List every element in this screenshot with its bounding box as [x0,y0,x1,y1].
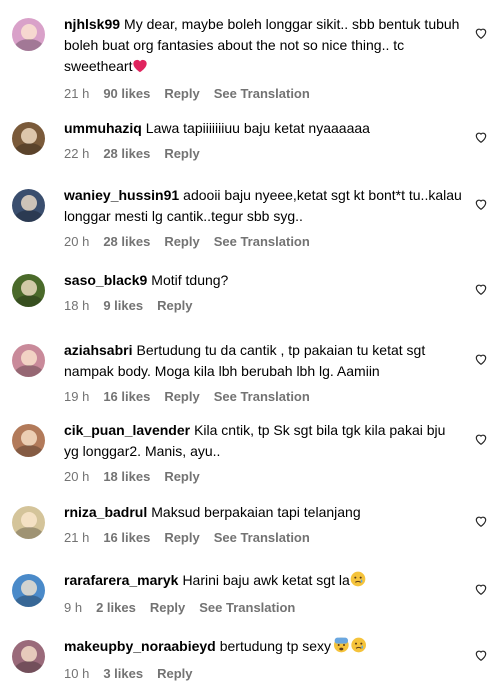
likes-count[interactable]: 28 likes [103,146,150,161]
likes-count[interactable]: 18 likes [103,469,150,484]
comment-message: My dear, maybe boleh longgar sikit.. sbb… [64,16,460,74]
username-link[interactable]: saso_black9 [64,272,147,288]
timestamp: 20 h [64,234,90,249]
comment-meta: 10 h 3 likes Reply [64,665,464,683]
timestamp: 19 h [64,389,90,404]
reply-button[interactable]: Reply [164,389,199,404]
username-link[interactable]: cik_puan_lavender [64,422,190,438]
comment-message: Harini baju awk ketat sgt la [182,572,350,588]
comment-text: makeupby_noraabieyd bertudung tp sexy [64,636,464,659]
like-heart-icon[interactable] [474,352,488,366]
timestamp: 21 h [64,530,90,545]
see-translation-button[interactable]: See Translation [214,234,310,249]
like-heart-icon[interactable] [474,197,488,211]
likes-count[interactable]: 16 likes [103,389,150,404]
timestamp: 22 h [64,146,90,161]
likes-count[interactable]: 3 likes [103,666,143,681]
comment-text: ummuhaziq Lawa tapiiiiiiiuu baju ketat ny… [64,118,464,139]
likes-count[interactable]: 28 likes [103,234,150,249]
avatar[interactable] [12,574,45,607]
like-heart-icon[interactable] [474,648,488,662]
comment-message: bertudung tp sexy [219,638,332,654]
timestamp: 21 h [64,86,90,101]
like-heart-icon[interactable] [474,514,488,528]
see-translation-button[interactable]: See Translation [214,530,310,545]
like-heart-icon[interactable] [474,130,488,144]
reply-button[interactable]: Reply [164,86,199,101]
avatar[interactable] [12,18,45,51]
like-heart-icon[interactable] [474,26,488,40]
comment-meta: 20 h 28 likes Reply See Translation [64,233,464,251]
username-link[interactable]: ummuhaziq [64,120,142,136]
fear-sad-face-emoji-icon [331,637,369,659]
reply-button[interactable]: Reply [157,298,192,313]
comment-text: aziahsabri Bertudung tu da cantik , tp pa… [64,340,464,382]
comment-meta: 22 h 28 likes Reply [64,145,464,163]
comment-meta: 20 h 18 likes Reply [64,468,464,486]
avatar[interactable] [12,189,45,222]
like-heart-icon[interactable] [474,282,488,296]
username-link[interactable]: rarafarera_maryk [64,572,178,588]
reply-button[interactable]: Reply [164,530,199,545]
like-heart-icon[interactable] [474,432,488,446]
avatar[interactable] [12,122,45,155]
comment-message: Lawa tapiiiiiiiuu baju ketat nyaaaaaa [145,120,370,136]
comment-meta: 18 h 9 likes Reply [64,297,464,315]
comment-body: njhlsk99 My dear, maybe boleh longgar sik… [64,14,464,103]
reply-button[interactable]: Reply [150,600,185,615]
avatar[interactable] [12,640,45,673]
comment-text: saso_black9 Motif tdung? [64,270,464,291]
reply-button[interactable]: Reply [164,469,199,484]
comment-body: rniza_badrul Maksud berpakaian tapi telan… [64,502,464,547]
comment-message: Maksud berpakaian tapi telanjang [151,504,361,520]
reply-button[interactable]: Reply [157,666,192,681]
reply-button[interactable]: Reply [164,234,199,249]
username-link[interactable]: njhlsk99 [64,16,120,32]
likes-count[interactable]: 16 likes [103,530,150,545]
username-link[interactable]: rniza_badrul [64,504,147,520]
reply-button[interactable]: Reply [164,146,199,161]
likes-count[interactable]: 2 likes [96,600,136,615]
see-translation-button[interactable]: See Translation [199,600,295,615]
timestamp: 18 h [64,298,90,313]
timestamp: 9 h [64,600,83,615]
comment-text: rarafarera_maryk Harini baju awk ketat sg… [64,570,464,593]
username-link[interactable]: waniey_hussin91 [64,187,179,203]
comment-meta: 21 h 90 likes Reply See Translation [64,85,464,103]
comment-meta: 21 h 16 likes Reply See Translation [64,529,464,547]
comment-body: saso_black9 Motif tdung? 18 h 9 likes Reply [64,270,464,315]
likes-count[interactable]: 90 likes [103,86,150,101]
timestamp: 20 h [64,469,90,484]
comment-meta: 19 h 16 likes Reply See Translation [64,388,464,406]
comment-body: rarafarera_maryk Harini baju awk ketat sg… [64,570,464,617]
username-link[interactable]: makeupby_noraabieyd [64,638,216,654]
sad-face-emoji-icon [350,571,366,593]
avatar[interactable] [12,344,45,377]
avatar[interactable] [12,274,45,307]
see-translation-button[interactable]: See Translation [214,86,310,101]
avatar[interactable] [12,506,45,539]
comment-meta: 9 h 2 likes Reply See Translation [64,599,464,617]
comment-body: makeupby_noraabieyd bertudung tp sexy 10 h… [64,636,464,683]
comment-text: cik_puan_lavender Kila cntik, tp Sk sgt b… [64,420,464,462]
comment-body: aziahsabri Bertudung tu da cantik , tp pa… [64,340,464,406]
comment-text: rniza_badrul Maksud berpakaian tapi telan… [64,502,464,523]
comment-body: cik_puan_lavender Kila cntik, tp Sk sgt b… [64,420,464,486]
comment-text: waniey_hussin91 adooii baju nyeee,ketat s… [64,185,464,227]
comment-body: waniey_hussin91 adooii baju nyeee,ketat s… [64,185,464,251]
like-heart-icon[interactable] [474,582,488,596]
likes-count[interactable]: 9 likes [103,298,143,313]
comment-message: Motif tdung? [151,272,229,288]
comment-body: ummuhaziq Lawa tapiiiiiiiuu baju ketat ny… [64,118,464,163]
timestamp: 10 h [64,666,90,681]
see-translation-button[interactable]: See Translation [214,389,310,404]
username-link[interactable]: aziahsabri [64,342,132,358]
avatar[interactable] [12,424,45,457]
comment-text: njhlsk99 My dear, maybe boleh longgar sik… [64,14,464,79]
red-heart-emoji-icon [132,58,148,79]
